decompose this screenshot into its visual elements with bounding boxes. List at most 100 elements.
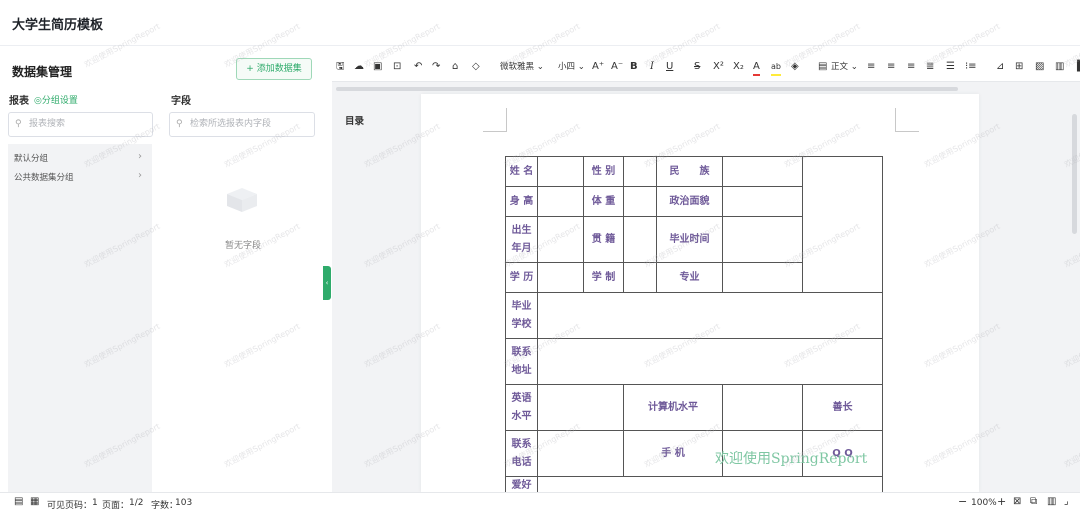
redo-icon[interactable]: ↷ [432,60,440,74]
more-icon[interactable]: ▐ [1073,60,1080,74]
fill-color-icon[interactable]: ◈ [791,60,799,74]
horizontal-scrollbar[interactable] [336,87,958,91]
paragraph-style-select[interactable]: 正文 ⌄ [831,60,858,74]
table-cell-label[interactable]: 英语水平 [505,384,538,431]
table-cell-label[interactable]: 出生年月 [505,216,538,263]
add-dataset-button[interactable]: + 添加数据集 [236,58,312,80]
zoom-out-icon[interactable]: − [958,495,967,508]
document-page[interactable]: 姓 名 性 别 民 族 身 高 体 重 政治面貌 出生年月 贯 籍 毕业时间 学… [421,94,979,492]
collapse-panel-handle[interactable]: ‹ [323,266,331,300]
catalog-title[interactable]: 目录 [345,113,364,127]
underline-icon[interactable]: U [666,60,673,74]
align-center-icon[interactable]: ≡ [887,60,895,74]
font-grow-icon[interactable]: A⁺ [592,60,604,74]
table-cell-label[interactable]: 政治面貌 [656,186,723,217]
fullscreen-icon[interactable]: ⌟ [1064,496,1069,507]
vertical-scrollbar[interactable] [1072,114,1077,234]
undo-icon[interactable]: ↶ [414,60,422,74]
cloud-upload-icon[interactable]: ☁ [354,60,364,74]
table-cell-label[interactable]: 专业 [656,262,723,293]
table-cell-label[interactable]: 联系电话 [505,430,538,477]
table-cell-label[interactable]: 善长 [802,384,883,431]
photo-cell[interactable] [802,156,883,293]
font-color-icon[interactable]: A [753,60,760,76]
align-right-icon[interactable]: ≡ [907,60,915,74]
screenshot-icon[interactable]: ⊡ [393,60,401,74]
font-size-select[interactable]: 小四 ⌄ [558,60,585,74]
table-cell-label[interactable]: 身 高 [505,186,538,217]
zoom-in-icon[interactable]: + [997,495,1006,508]
table-cell[interactable] [537,338,883,385]
table-cell-label[interactable]: 毕业学校 [505,292,538,339]
table-cell-label[interactable]: 手 机 [623,430,723,477]
table-cell[interactable] [537,476,883,492]
list-icon[interactable]: ⁝≡ [965,60,977,74]
fields-list: 暂无字段 [163,144,315,492]
line-spacing-icon[interactable]: ☰ [946,60,955,74]
group-settings-link[interactable]: ◎分组设置 [34,93,78,106]
italic-icon[interactable]: I [650,60,654,74]
page-fit-icon[interactable]: ⊠ [1013,496,1021,507]
dataset-panel: 数据集管理 + 添加数据集 报表 ◎分组设置 ⚲ 报表搜索 字段 ⚲ 检索所选报… [0,52,324,492]
table-cell-label[interactable]: 联系地址 [505,338,538,385]
table-cell-label[interactable]: 学 制 [583,262,624,293]
catalog-toggle-icon[interactable]: ▤ [14,496,23,507]
table-cell-label[interactable]: 毕业时间 [656,216,723,263]
table-row: 毕业学校 [505,292,883,339]
table-cell[interactable] [722,186,803,217]
tree-item-public-group[interactable]: 公共数据集分组 › [14,170,148,183]
table-cell-label[interactable]: 性 别 [583,156,624,187]
table-cell[interactable] [722,262,803,293]
table-cell[interactable] [623,216,657,263]
table-cell[interactable] [537,156,584,187]
table-icon[interactable]: ⊞ [1015,60,1023,74]
table-cell-label[interactable]: 计算机水平 [623,384,723,431]
table-cell[interactable] [623,156,657,187]
table-cell-label[interactable]: 爱好 [505,476,538,492]
fields-search-input[interactable]: ⚲ 检索所选报表内字段 [169,112,315,137]
save-icon[interactable]: 🖫 [336,60,345,74]
table-cell[interactable] [537,262,584,293]
tree-item-default-group[interactable]: 默认分组 › [14,151,148,164]
table-cell-label[interactable]: 贯 籍 [583,216,624,263]
report-search-input[interactable]: ⚲ 报表搜索 [8,112,153,137]
chevron-right-icon: › [138,170,142,181]
page-mode-icon[interactable]: ▦ [30,496,39,507]
table-cell[interactable] [537,186,584,217]
table-cell[interactable] [537,430,624,477]
font-family-select[interactable]: 微软雅黑 ⌄ [500,60,544,74]
paper-direction-icon[interactable]: ▥ [1047,496,1056,507]
table-cell-label[interactable]: 学 历 [505,262,538,293]
highlight-icon[interactable]: ab [771,60,781,76]
paragraph-icon[interactable]: ▤ [818,60,827,74]
empty-box-icon [227,188,257,212]
table-cell[interactable] [537,292,883,339]
table-cell-label[interactable]: 民 族 [656,156,723,187]
table-cell[interactable] [537,384,624,431]
superscript-icon[interactable]: X² [713,60,724,74]
format-painter-icon[interactable]: ⌂ [452,60,458,74]
table-cell-label[interactable]: 姓 名 [505,156,538,187]
table-cell[interactable] [722,384,803,431]
align-left-icon[interactable]: ≡ [867,60,875,74]
table-cell-label[interactable]: 体 重 [583,186,624,217]
pdf-icon[interactable]: ▣ [373,60,382,74]
subscript-icon[interactable]: X₂ [733,60,744,74]
strikethrough-icon[interactable]: S [694,60,700,74]
barcode-icon[interactable]: ▥ [1055,60,1064,74]
table-cell[interactable] [537,216,584,263]
align-justify-icon[interactable]: ≣ [926,60,934,74]
image-icon[interactable]: ⊿ [996,60,1004,74]
picture-icon[interactable]: ▨ [1035,60,1044,74]
resume-table[interactable]: 姓 名 性 别 民 族 身 高 体 重 政治面貌 出生年月 贯 籍 毕业时间 学… [505,156,883,492]
table-cell[interactable] [623,262,657,293]
table-cell[interactable] [722,156,803,187]
eraser-icon[interactable]: ◇ [472,60,480,74]
table-cell[interactable] [623,186,657,217]
margin-corner-mark [483,108,507,132]
font-shrink-icon[interactable]: A⁻ [611,60,623,74]
table-cell[interactable] [722,216,803,263]
bold-icon[interactable]: B [630,60,638,74]
paper-size-icon[interactable]: ⧉ [1030,496,1037,507]
report-label: 报表 [9,96,29,107]
